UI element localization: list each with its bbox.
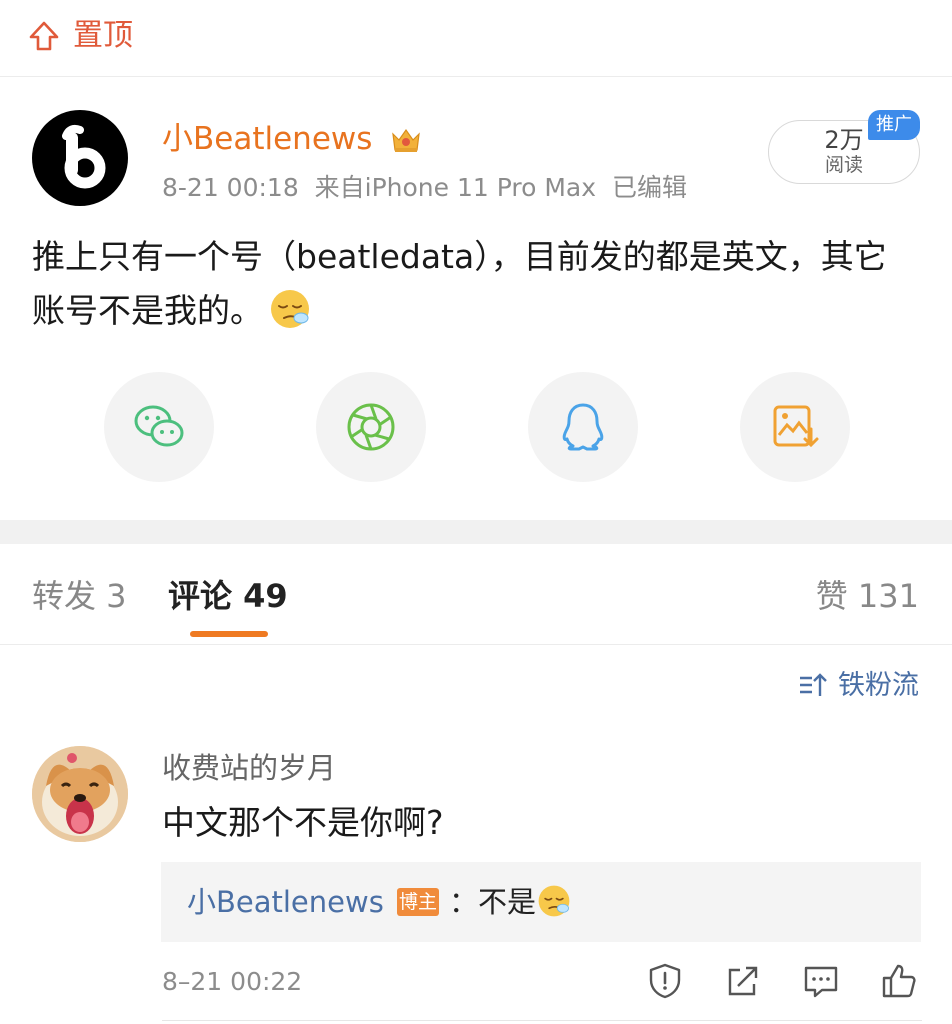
pin-top-icon — [29, 21, 59, 51]
section-divider — [0, 520, 952, 544]
comment-text: 中文那个不是你啊? — [162, 803, 444, 842]
like-icon[interactable] — [880, 962, 918, 1000]
save-image-button[interactable] — [740, 372, 850, 482]
tab-likes[interactable]: 赞 131 — [816, 570, 919, 622]
share-moments-button[interactable] — [316, 372, 426, 482]
reply-icon[interactable] — [802, 962, 840, 1000]
moments-icon — [347, 403, 395, 451]
promote-badge[interactable]: 推广 — [868, 110, 920, 140]
vip-crown-icon — [392, 128, 420, 152]
reply-text: ：不是 — [449, 885, 537, 919]
share-qq-button[interactable] — [528, 372, 638, 482]
post-body: 推上只有一个号（beatledata），目前发的都是英文，其它账号不是我的。 — [32, 230, 912, 338]
reply-preview[interactable]: 小Beatlenews 博主 ：不是 — [161, 862, 921, 942]
post-text: 推上只有一个号（beatledata），目前发的都是英文，其它账号不是我的。 — [32, 237, 887, 330]
sort-toggle[interactable]: 铁粉流 — [798, 666, 919, 706]
sort-icon — [800, 673, 827, 696]
top-bar: 置顶 — [0, 0, 952, 77]
post-meta: 8-21 00:18 来自iPhone 11 Pro Max 已编辑 — [162, 170, 687, 206]
post-source: 来自iPhone 11 Pro Max — [314, 173, 597, 202]
comment-divider — [162, 1020, 922, 1021]
sleepy-emoji-icon — [271, 290, 309, 328]
sleepy-emoji-icon — [538, 885, 570, 917]
comment-time: 8–21 00:22 — [162, 967, 303, 996]
wechat-icon — [134, 405, 184, 447]
share-icon[interactable] — [724, 962, 762, 1000]
post-edited: 已编辑 — [611, 173, 687, 202]
author-name[interactable]: 小Beatlenews — [162, 118, 372, 160]
active-tab-indicator — [190, 631, 268, 637]
author-avatar[interactable] — [32, 110, 128, 206]
sort-label: 铁粉流 — [838, 670, 919, 701]
qq-icon — [562, 403, 604, 451]
reply-author-name[interactable]: 小Beatlenews — [187, 880, 384, 924]
share-wechat-button[interactable] — [104, 372, 214, 482]
tab-comments[interactable]: 评论 49 — [168, 570, 288, 622]
tabs-divider — [0, 644, 952, 645]
shiba-avatar-image — [32, 746, 128, 842]
report-icon[interactable] — [646, 962, 684, 1000]
commenter-name[interactable]: 收费站的岁月 — [162, 748, 336, 788]
save-image-icon — [773, 405, 819, 448]
author-badge: 博主 — [397, 888, 439, 916]
tab-repost[interactable]: 转发 3 — [32, 570, 127, 622]
beatlenews-logo-icon — [62, 124, 106, 189]
commenter-avatar[interactable] — [32, 746, 128, 842]
views-label: 阅读 — [824, 154, 863, 176]
pin-top-label: 置顶 — [73, 18, 133, 53]
post-time: 8-21 00:18 — [162, 173, 299, 202]
